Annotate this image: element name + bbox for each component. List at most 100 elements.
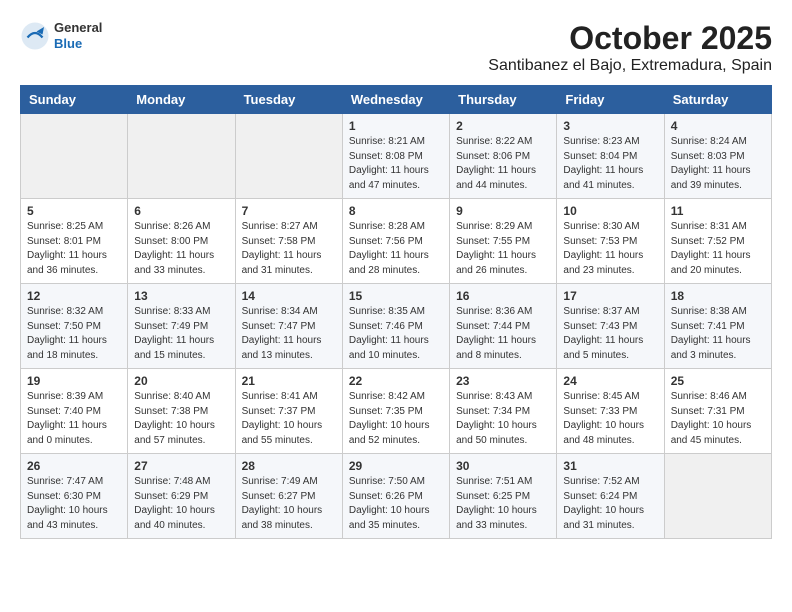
- calendar-cell: [21, 114, 128, 199]
- day-number: 9: [456, 204, 550, 218]
- calendar-cell: 24 Sunrise: 8:45 AM Sunset: 7:33 PM Dayli…: [557, 369, 664, 454]
- weekday-thursday: Thursday: [450, 86, 557, 114]
- calendar-cell: [128, 114, 235, 199]
- calendar-cell: 16 Sunrise: 8:36 AM Sunset: 7:44 PM Dayli…: [450, 284, 557, 369]
- calendar-cell: 6 Sunrise: 8:26 AM Sunset: 8:00 PM Daylig…: [128, 199, 235, 284]
- week-row-1: 1 Sunrise: 8:21 AM Sunset: 8:08 PM Daylig…: [21, 114, 772, 199]
- calendar-cell: 26 Sunrise: 7:47 AM Sunset: 6:30 PM Dayli…: [21, 454, 128, 539]
- day-number: 28: [242, 459, 336, 473]
- calendar-cell: 15Sunrise: 8:35 AM Sunset: 7:46 PM Dayli…: [342, 284, 449, 369]
- day-info: Sunrise: 8:22 AM Sunset: 8:06 PM Dayligh…: [456, 135, 550, 193]
- day-number: 19: [27, 374, 121, 388]
- calendar-cell: 8Sunrise: 8:28 AM Sunset: 7:56 PM Daylig…: [342, 199, 449, 284]
- day-number: 11: [671, 204, 765, 218]
- calendar-cell: 1 Sunrise: 8:21 AM Sunset: 8:08 PM Daylig…: [342, 114, 449, 199]
- day-info: Sunrise: 8:45 AM Sunset: 7:33 PM Dayligh…: [563, 390, 657, 448]
- day-info: Sunrise: 8:21 AM Sunset: 8:08 PM Dayligh…: [349, 135, 443, 193]
- day-info: Sunrise: 8:26 AM Sunset: 8:00 PM Dayligh…: [134, 220, 228, 278]
- calendar-cell: 4 Sunrise: 8:24 AM Sunset: 8:03 PM Daylig…: [664, 114, 771, 199]
- day-number: 31: [563, 459, 657, 473]
- day-number: 24: [563, 374, 657, 388]
- logo-icon: [20, 21, 50, 51]
- logo-general: General: [54, 20, 102, 36]
- day-number: 7: [242, 204, 336, 218]
- day-number: 5: [27, 204, 121, 218]
- page-header: General Blue October 2025 Santibanez el …: [20, 20, 772, 75]
- day-number: 1: [349, 119, 443, 133]
- calendar-subtitle: Santibanez el Bajo, Extremadura, Spain: [488, 57, 772, 75]
- day-number: 18: [671, 289, 765, 303]
- day-number: 26: [27, 459, 121, 473]
- day-info: Sunrise: 8:33 AM Sunset: 7:49 PM Dayligh…: [134, 305, 228, 363]
- day-number: 13: [134, 289, 228, 303]
- day-info: Sunrise: 8:38 AM Sunset: 7:41 PM Dayligh…: [671, 305, 765, 363]
- day-info: Sunrise: 8:32 AM Sunset: 7:50 PM Dayligh…: [27, 305, 121, 363]
- day-info: Sunrise: 7:47 AM Sunset: 6:30 PM Dayligh…: [27, 475, 121, 533]
- calendar-cell: 22Sunrise: 8:42 AM Sunset: 7:35 PM Dayli…: [342, 369, 449, 454]
- calendar-cell: 23 Sunrise: 8:43 AM Sunset: 7:34 PM Dayli…: [450, 369, 557, 454]
- day-number: 6: [134, 204, 228, 218]
- calendar-body: 1 Sunrise: 8:21 AM Sunset: 8:08 PM Daylig…: [21, 114, 772, 539]
- calendar-cell: 25 Sunrise: 8:46 AM Sunset: 7:31 PM Dayli…: [664, 369, 771, 454]
- weekday-saturday: Saturday: [664, 86, 771, 114]
- day-info: Sunrise: 8:24 AM Sunset: 8:03 PM Dayligh…: [671, 135, 765, 193]
- day-info: Sunrise: 8:39 AM Sunset: 7:40 PM Dayligh…: [27, 390, 121, 448]
- day-number: 16: [456, 289, 550, 303]
- day-info: Sunrise: 8:40 AM Sunset: 7:38 PM Dayligh…: [134, 390, 228, 448]
- day-info: Sunrise: 8:30 AM Sunset: 7:53 PM Dayligh…: [563, 220, 657, 278]
- calendar-cell: [664, 454, 771, 539]
- calendar-cell: 2Sunrise: 8:22 AM Sunset: 8:06 PM Daylig…: [450, 114, 557, 199]
- day-info: Sunrise: 8:36 AM Sunset: 7:44 PM Dayligh…: [456, 305, 550, 363]
- calendar-cell: 5Sunrise: 8:25 AM Sunset: 8:01 PM Daylig…: [21, 199, 128, 284]
- day-info: Sunrise: 8:28 AM Sunset: 7:56 PM Dayligh…: [349, 220, 443, 278]
- weekday-tuesday: Tuesday: [235, 86, 342, 114]
- calendar-cell: 13 Sunrise: 8:33 AM Sunset: 7:49 PM Dayli…: [128, 284, 235, 369]
- weekday-header-row: SundayMondayTuesdayWednesdayThursdayFrid…: [21, 86, 772, 114]
- weekday-wednesday: Wednesday: [342, 86, 449, 114]
- calendar-cell: 9 Sunrise: 8:29 AM Sunset: 7:55 PM Daylig…: [450, 199, 557, 284]
- week-row-4: 19 Sunrise: 8:39 AM Sunset: 7:40 PM Dayli…: [21, 369, 772, 454]
- day-number: 4: [671, 119, 765, 133]
- day-info: Sunrise: 7:50 AM Sunset: 6:26 PM Dayligh…: [349, 475, 443, 533]
- logo-text: General Blue: [54, 20, 102, 51]
- calendar-cell: 20 Sunrise: 8:40 AM Sunset: 7:38 PM Dayli…: [128, 369, 235, 454]
- day-number: 22: [349, 374, 443, 388]
- day-info: Sunrise: 7:51 AM Sunset: 6:25 PM Dayligh…: [456, 475, 550, 533]
- day-info: Sunrise: 8:43 AM Sunset: 7:34 PM Dayligh…: [456, 390, 550, 448]
- day-info: Sunrise: 8:27 AM Sunset: 7:58 PM Dayligh…: [242, 220, 336, 278]
- day-number: 27: [134, 459, 228, 473]
- day-number: 23: [456, 374, 550, 388]
- week-row-5: 26 Sunrise: 7:47 AM Sunset: 6:30 PM Dayli…: [21, 454, 772, 539]
- day-info: Sunrise: 8:34 AM Sunset: 7:47 PM Dayligh…: [242, 305, 336, 363]
- day-info: Sunrise: 7:52 AM Sunset: 6:24 PM Dayligh…: [563, 475, 657, 533]
- calendar-cell: 14Sunrise: 8:34 AM Sunset: 7:47 PM Dayli…: [235, 284, 342, 369]
- logo: General Blue: [20, 20, 102, 51]
- weekday-sunday: Sunday: [21, 86, 128, 114]
- calendar-cell: 21Sunrise: 8:41 AM Sunset: 7:37 PM Dayli…: [235, 369, 342, 454]
- weekday-monday: Monday: [128, 86, 235, 114]
- calendar-cell: 30Sunrise: 7:51 AM Sunset: 6:25 PM Dayli…: [450, 454, 557, 539]
- day-number: 20: [134, 374, 228, 388]
- calendar-cell: 27 Sunrise: 7:48 AM Sunset: 6:29 PM Dayli…: [128, 454, 235, 539]
- day-number: 25: [671, 374, 765, 388]
- title-area: October 2025 Santibanez el Bajo, Extrema…: [488, 20, 772, 75]
- calendar-cell: 28Sunrise: 7:49 AM Sunset: 6:27 PM Dayli…: [235, 454, 342, 539]
- weekday-friday: Friday: [557, 86, 664, 114]
- calendar-cell: 11Sunrise: 8:31 AM Sunset: 7:52 PM Dayli…: [664, 199, 771, 284]
- day-number: 17: [563, 289, 657, 303]
- calendar-cell: 12Sunrise: 8:32 AM Sunset: 7:50 PM Dayli…: [21, 284, 128, 369]
- day-info: Sunrise: 8:29 AM Sunset: 7:55 PM Dayligh…: [456, 220, 550, 278]
- calendar-cell: [235, 114, 342, 199]
- day-info: Sunrise: 8:23 AM Sunset: 8:04 PM Dayligh…: [563, 135, 657, 193]
- day-info: Sunrise: 8:35 AM Sunset: 7:46 PM Dayligh…: [349, 305, 443, 363]
- calendar-cell: 18 Sunrise: 8:38 AM Sunset: 7:41 PM Dayli…: [664, 284, 771, 369]
- calendar-table: SundayMondayTuesdayWednesdayThursdayFrid…: [20, 85, 772, 539]
- day-number: 21: [242, 374, 336, 388]
- logo-blue: Blue: [54, 36, 102, 52]
- day-info: Sunrise: 7:48 AM Sunset: 6:29 PM Dayligh…: [134, 475, 228, 533]
- calendar-cell: 3 Sunrise: 8:23 AM Sunset: 8:04 PM Daylig…: [557, 114, 664, 199]
- day-number: 10: [563, 204, 657, 218]
- week-row-2: 5Sunrise: 8:25 AM Sunset: 8:01 PM Daylig…: [21, 199, 772, 284]
- day-number: 3: [563, 119, 657, 133]
- day-info: Sunrise: 8:46 AM Sunset: 7:31 PM Dayligh…: [671, 390, 765, 448]
